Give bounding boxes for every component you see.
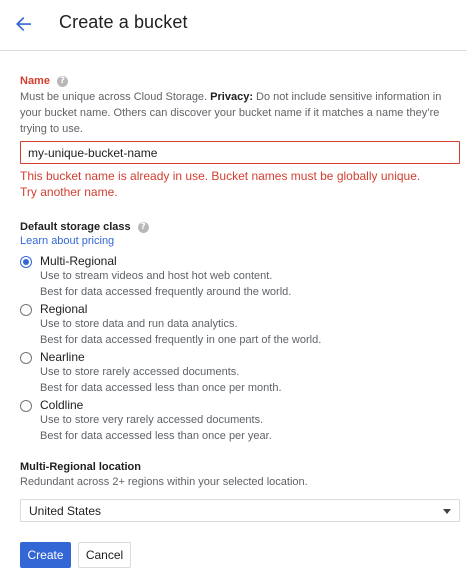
storage-class-label-text: Default storage class — [20, 221, 131, 233]
page-header: Create a bucket — [0, 0, 467, 51]
arrow-left-icon — [16, 17, 31, 31]
option-description: Use to store data and run data analytics… — [40, 318, 238, 330]
cancel-button[interactable]: Cancel — [78, 542, 131, 568]
name-description-text: Must be unique across Cloud Storage. — [20, 91, 211, 103]
option-label: Coldline — [40, 398, 84, 412]
option-description: Best for data accessed frequently around… — [40, 286, 292, 298]
location-label: Multi-Regional location — [20, 461, 141, 473]
storage-class-label: Default storage class ? — [20, 221, 149, 233]
option-description: Use to store very rarely accessed docume… — [40, 414, 264, 426]
option-description: Best for data accessed frequently in one… — [40, 334, 322, 346]
name-label-text: Name — [20, 75, 50, 87]
option-description: Best for data accessed less than once pe… — [40, 382, 282, 394]
radio-button[interactable] — [20, 400, 32, 412]
help-icon[interactable]: ? — [56, 75, 68, 87]
location-select-value: United States — [29, 504, 102, 518]
option-label: Multi-Regional — [40, 254, 117, 268]
option-description: Best for data accessed less than once pe… — [40, 430, 272, 442]
name-label: Name ? — [20, 75, 68, 87]
option-description: Use to store rarely accessed documents. — [40, 366, 240, 378]
dropdown-arrow-icon — [443, 509, 451, 514]
privacy-label: Privacy: — [210, 91, 253, 103]
name-description: Must be unique across Cloud Storage. Pri… — [20, 89, 445, 137]
option-label: Regional — [40, 302, 88, 316]
help-icon[interactable]: ? — [137, 221, 149, 233]
location-label-text: Multi-Regional location — [20, 461, 141, 473]
radio-button[interactable] — [20, 256, 32, 268]
bucket-name-input[interactable] — [20, 141, 460, 164]
radio-button[interactable] — [20, 352, 32, 364]
name-error-message: This bucket name is already in use. Buck… — [20, 169, 421, 199]
learn-pricing-link[interactable]: Learn about pricing — [20, 235, 114, 247]
location-description: Redundant across 2+ regions within your … — [20, 476, 308, 488]
location-select[interactable]: United States — [20, 499, 460, 522]
page-title: Create a bucket — [59, 12, 188, 32]
option-label: Nearline — [40, 350, 85, 364]
create-button[interactable]: Create — [20, 542, 71, 568]
radio-button[interactable] — [20, 304, 32, 316]
back-button[interactable] — [11, 11, 37, 37]
option-description: Use to stream videos and host hot web co… — [40, 270, 273, 282]
